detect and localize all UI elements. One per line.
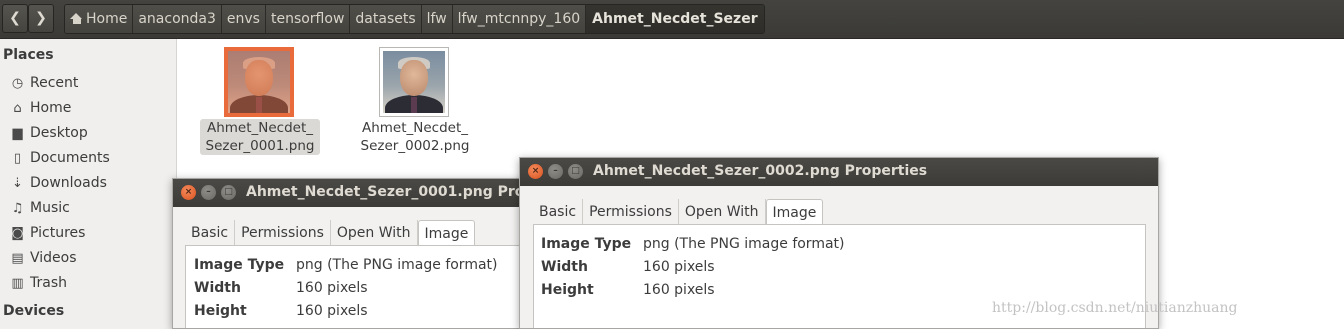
image-type-label: Image Type	[541, 236, 632, 252]
sidebar-item-documents[interactable]: ▯ Documents	[10, 147, 110, 169]
width-label: Width	[194, 280, 241, 296]
breadcrumb-lfw-mtcnnpy-160[interactable]: lfw_mtcnnpy_160	[452, 5, 587, 33]
back-button[interactable]: ❮	[2, 4, 28, 33]
maximize-button[interactable]: □	[221, 185, 236, 200]
tab-basic[interactable]: Basic	[185, 220, 236, 246]
face-photo-thumbnail	[228, 51, 290, 113]
tab-image[interactable]: Image	[417, 220, 476, 246]
breadcrumb: Home anaconda3 envs tensorflow datasets …	[64, 4, 765, 34]
tab-open-with[interactable]: Open With	[679, 199, 766, 225]
tab-permissions[interactable]: Permissions	[583, 199, 679, 225]
tab-open-with[interactable]: Open With	[331, 220, 418, 246]
height-label: Height	[541, 282, 594, 298]
file-thumbnail[interactable]	[224, 47, 294, 117]
film-icon: ▤	[11, 251, 24, 266]
height-value: 160 pixels	[296, 303, 368, 319]
image-type-value: png (The PNG image format)	[296, 257, 498, 273]
width-value: 160 pixels	[296, 280, 368, 296]
breadcrumb-envs[interactable]: envs	[221, 5, 266, 33]
breadcrumb-anaconda3[interactable]: anaconda3	[133, 5, 222, 33]
minimize-button[interactable]: –	[548, 164, 563, 179]
face-photo-thumbnail	[383, 51, 445, 113]
width-value: 160 pixels	[643, 259, 715, 275]
home-icon	[70, 13, 83, 24]
places-header: Places	[3, 47, 54, 63]
file-name[interactable]: Ahmet_Necdet_ Sezer_0002.png	[355, 119, 475, 155]
devices-header: Devices	[3, 303, 65, 319]
folder-icon: ▆	[12, 126, 23, 141]
sidebar-item-trash[interactable]: ▥ Trash	[10, 272, 67, 294]
sidebar-item-downloads[interactable]: ⇣ Downloads	[10, 172, 107, 194]
breadcrumb-tensorflow[interactable]: tensorflow	[265, 5, 351, 33]
image-type-value: png (The PNG image format)	[643, 236, 845, 252]
sidebar-item-recent[interactable]: ◷ Recent	[10, 72, 79, 94]
image-type-label: Image Type	[194, 257, 285, 273]
sidebar-item-videos[interactable]: ▤ Videos	[10, 247, 76, 269]
maximize-button[interactable]: □	[568, 164, 583, 179]
file-name[interactable]: Ahmet_Necdet_ Sezer_0001.png	[200, 119, 320, 155]
dialog-title: Ahmet_Necdet_Sezer_0002.png Properties	[593, 163, 928, 179]
width-label: Width	[541, 259, 588, 275]
image-properties-panel: Image Type png (The PNG image format) Wi…	[185, 245, 531, 328]
tab-permissions[interactable]: Permissions	[235, 220, 331, 246]
file-thumbnail[interactable]	[379, 47, 449, 117]
sidebar: Places ◷ Recent ⌂ Home ▆ Desktop ▯ Documents…	[0, 39, 177, 329]
trash-icon: ▥	[11, 276, 24, 291]
sidebar-item-desktop[interactable]: ▆ Desktop	[10, 122, 88, 144]
sidebar-item-home[interactable]: ⌂ Home	[10, 97, 71, 119]
document-icon: ▯	[13, 151, 22, 166]
height-label: Height	[194, 303, 247, 319]
minimize-button[interactable]: –	[201, 185, 216, 200]
close-button[interactable]: ×	[181, 185, 196, 200]
dialog-titlebar: × – □ Ahmet_Necdet_Sezer_0001.png Proper…	[173, 179, 531, 207]
watermark-text: http://blog.csdn.net/niutianzhuang	[992, 300, 1238, 316]
sidebar-item-music[interactable]: ♫ Music	[10, 197, 70, 219]
breadcrumb-datasets[interactable]: datasets	[350, 5, 422, 33]
dialog-title: Ahmet_Necdet_Sezer_0001.png Properties	[246, 184, 531, 200]
properties-dialog-0001: × – □ Ahmet_Necdet_Sezer_0001.png Proper…	[172, 178, 532, 329]
path-bar: ❮ ❯ Home anaconda3 envs tensorflow datas…	[0, 0, 1344, 39]
music-icon: ♫	[11, 201, 24, 216]
camera-icon: ◙	[11, 226, 24, 241]
download-icon: ⇣	[12, 176, 23, 191]
dialog-tabs: Basic Permissions Open With Image	[533, 199, 824, 225]
forward-button[interactable]: ❯	[28, 4, 54, 33]
breadcrumb-current-folder[interactable]: Ahmet_Necdet_Sezer	[586, 5, 764, 33]
dialog-titlebar: × – □ Ahmet_Necdet_Sezer_0002.png Proper…	[520, 158, 1158, 186]
tab-image[interactable]: Image	[765, 199, 824, 225]
close-button[interactable]: ×	[528, 164, 543, 179]
height-value: 160 pixels	[643, 282, 715, 298]
sidebar-item-pictures[interactable]: ◙ Pictures	[10, 222, 85, 244]
breadcrumb-home[interactable]: Home	[65, 5, 134, 33]
tab-basic[interactable]: Basic	[533, 199, 584, 225]
breadcrumb-lfw[interactable]: lfw	[421, 5, 453, 33]
dialog-tabs: Basic Permissions Open With Image	[185, 220, 476, 246]
home-icon: ⌂	[13, 101, 22, 116]
clock-icon: ◷	[11, 76, 24, 91]
